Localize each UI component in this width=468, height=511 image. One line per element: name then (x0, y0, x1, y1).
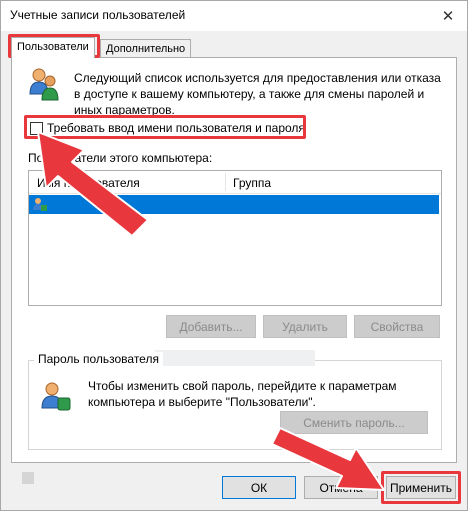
table-header: Имя пользователя Группа (29, 171, 441, 194)
add-user-button[interactable]: Добавить... (166, 315, 256, 338)
properties-button[interactable]: Свойства (354, 315, 440, 338)
column-divider (225, 173, 226, 191)
status-placeholder (22, 472, 34, 484)
cancel-button[interactable]: Отмена (304, 476, 378, 499)
column-username[interactable]: Имя пользователя (37, 176, 140, 190)
table-row[interactable] (29, 195, 439, 214)
blurred-username (155, 350, 315, 366)
column-group[interactable]: Группа (233, 176, 271, 190)
checkbox-highlight (24, 115, 306, 139)
password-text: Чтобы изменить свой пароль, перейдите к … (88, 379, 397, 409)
users-table[interactable]: Имя пользователя Группа (28, 170, 442, 306)
change-password-button[interactable]: Сменить пароль... (280, 411, 428, 434)
tab-users[interactable]: Пользователи (11, 37, 95, 58)
remove-user-button[interactable]: Удалить (263, 315, 347, 338)
users-list-label: Пользователи этого компьютера: (28, 151, 213, 165)
users-icon (29, 68, 59, 101)
title-bar: Учетные записи пользователей ✕ (1, 1, 467, 31)
window-title: Учетные записи пользователей (10, 8, 186, 22)
tab-advanced[interactable]: Дополнительно (100, 39, 192, 58)
password-group-title: Пароль пользователя (34, 352, 163, 366)
close-icon[interactable]: ✕ (437, 5, 459, 27)
user-row-icon (33, 198, 47, 211)
password-user-icon (41, 382, 71, 411)
apply-highlight (381, 471, 461, 504)
ok-button[interactable]: ОК (222, 476, 296, 499)
intro-text: Следующий список используется для предос… (74, 71, 441, 117)
